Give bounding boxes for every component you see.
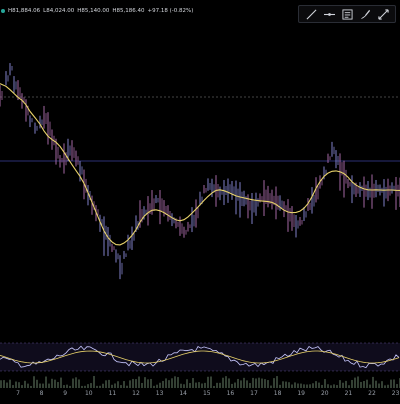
volume-bar: [210, 376, 212, 388]
chart-canvas[interactable]: [0, 0, 400, 400]
volume-bar: [144, 377, 146, 388]
volume-bar: [375, 380, 377, 388]
volume-bar: [150, 378, 152, 388]
x-axis-tick-label: 8: [39, 390, 44, 397]
volume-bar: [75, 377, 77, 388]
x-axis-tick-label: 23: [391, 390, 400, 397]
volume-bar: [315, 381, 317, 388]
ohlc-value-1: L84,024.00: [43, 8, 75, 14]
volume-bar: [33, 376, 35, 388]
volume-bar: [363, 380, 365, 388]
volume-bar: [357, 376, 359, 388]
volume-bar: [123, 381, 125, 388]
volume-bar: [264, 379, 266, 388]
volume-bar: [36, 379, 38, 388]
volume-bar: [165, 378, 167, 388]
ohlc-value-0: H81,884.06: [8, 8, 41, 14]
volume-bar: [237, 378, 239, 388]
measure-icon[interactable]: [374, 7, 392, 21]
x-axis-tick-label: 17: [250, 390, 258, 397]
x-axis-tick-label: 11: [108, 390, 117, 397]
volume-bar: [60, 377, 62, 388]
trend-line-icon[interactable]: [302, 7, 320, 21]
volume-bar: [393, 379, 395, 388]
volume-bar: [171, 378, 173, 388]
x-axis-tick-label: 10: [84, 390, 93, 397]
volume-bar: [72, 378, 74, 388]
volume-bar: [276, 376, 278, 388]
volume-bar: [129, 380, 131, 388]
volume-bar: [228, 378, 230, 388]
volume-bar: [9, 379, 11, 388]
ohlc-change: +97.18 (-0.82%): [147, 8, 194, 14]
volume-bar: [105, 380, 107, 388]
volume-bar: [267, 380, 269, 388]
x-axis-tick-label: 13: [155, 390, 164, 397]
volume-bar: [51, 378, 53, 388]
volume-bar: [351, 379, 353, 388]
time-axis[interactable]: 7 8 9 10 11 12 13 14 15 16 17 18 19 20 21 22 23: [0, 388, 400, 400]
volume-bar: [243, 377, 245, 388]
volume-bar: [3, 380, 5, 388]
volume-bar: [45, 376, 47, 388]
ohlc-value-3: H85,186.40: [112, 8, 145, 14]
volume-bar: [282, 381, 284, 388]
volume-bar: [93, 376, 95, 388]
volume-bar: [138, 376, 140, 388]
volume-bar: [117, 381, 119, 388]
volume-bar: [192, 378, 194, 388]
horizontal-line-icon[interactable]: [320, 7, 338, 21]
x-axis-tick-label: 22: [368, 390, 376, 397]
text-icon[interactable]: [338, 7, 356, 21]
volume-bar: [108, 379, 110, 388]
volume-bar: [0, 380, 2, 388]
volume-bar: [168, 380, 170, 388]
symbol-status-dot: [1, 9, 5, 13]
x-axis-tick-label: 18: [273, 390, 282, 397]
volume-bar: [186, 379, 188, 388]
x-axis-tick-label: 12: [132, 390, 140, 397]
x-axis-tick-label: 20: [320, 390, 329, 397]
volume-bar: [222, 377, 224, 388]
volume-bar: [147, 379, 149, 388]
price-chart[interactable]: H81,884.06 L84,024.00 H85,140.00 H85,186…: [0, 0, 400, 400]
volume-bar: [258, 377, 260, 388]
x-axis-tick-label: 16: [226, 390, 235, 397]
volume-bar: [366, 379, 368, 388]
volume-bar: [273, 378, 275, 388]
brush-icon[interactable]: [356, 7, 374, 21]
volume-bar: [207, 376, 209, 388]
volume-bar: [24, 380, 26, 388]
volume-bar: [174, 376, 176, 388]
volume-bar: [255, 378, 257, 388]
x-axis-tick-label: 21: [344, 390, 353, 397]
x-axis-tick-label: 7: [16, 390, 20, 397]
volume-bar: [225, 376, 227, 388]
volume-bar: [261, 378, 263, 388]
x-axis-tick-label: 19: [297, 390, 306, 397]
volume-bar: [240, 380, 242, 388]
volume-bar: [339, 380, 341, 388]
volume-bar: [132, 378, 134, 388]
volume-bar: [354, 377, 356, 388]
volume-bar: [381, 381, 383, 388]
volume-bar: [162, 380, 164, 388]
volume-bar: [78, 379, 80, 388]
volume-bar: [252, 377, 254, 388]
x-axis-tick-label: 15: [202, 390, 211, 397]
volume-bar: [372, 376, 374, 388]
volume-bar: [390, 379, 392, 388]
x-axis-tick-label: 9: [63, 390, 68, 397]
volume-bar: [177, 377, 179, 388]
volume-bar: [324, 379, 326, 388]
volume-bar: [54, 379, 56, 388]
ohlc-value-2: H85,140.00: [77, 8, 110, 14]
drawing-toolbar: [298, 5, 396, 23]
volume-bar: [246, 380, 248, 388]
volume-bar: [135, 379, 137, 388]
x-axis-tick-label: 14: [179, 390, 188, 397]
ohlc-legend: H81,884.06 L84,024.00 H85,140.00 H85,186…: [0, 6, 193, 16]
volume-bar: [345, 380, 347, 388]
